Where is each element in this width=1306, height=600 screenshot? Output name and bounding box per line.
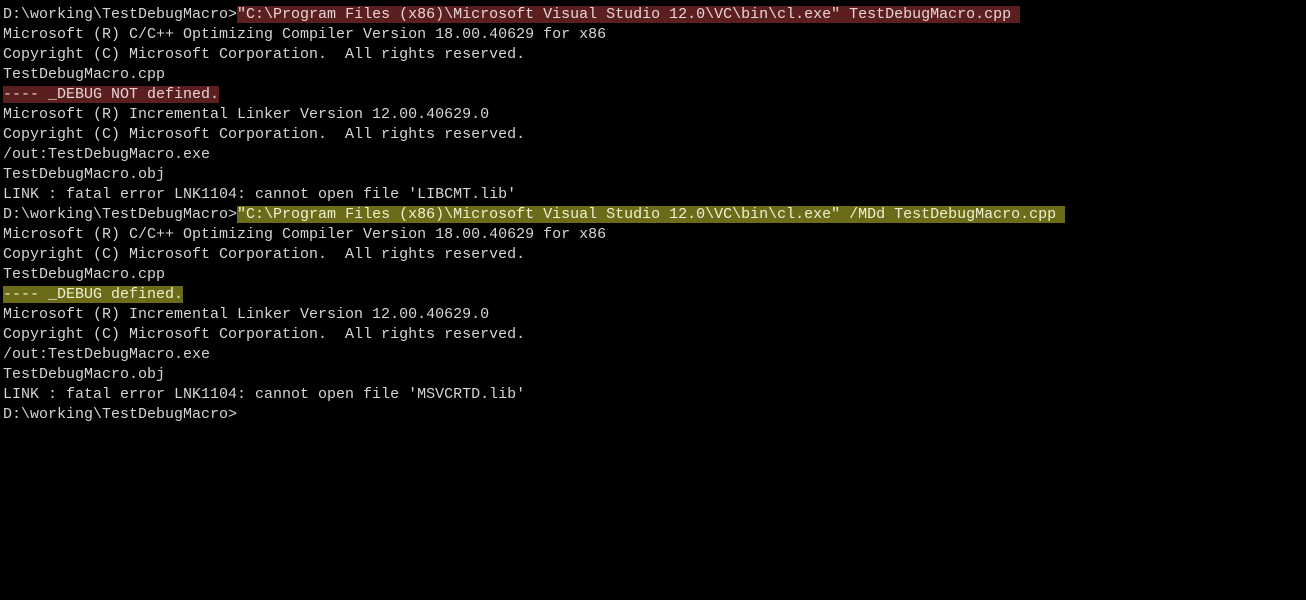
terminal-line: Microsoft (R) C/C++ Optimizing Compiler …: [3, 25, 1303, 45]
output-text: Copyright (C) Microsoft Corporation. All…: [3, 246, 525, 263]
terminal-line: /out:TestDebugMacro.exe: [3, 345, 1303, 365]
output-text: TestDebugMacro.obj: [3, 366, 165, 383]
terminal-line: LINK : fatal error LNK1104: cannot open …: [3, 385, 1303, 405]
highlighted-text: ---- _DEBUG defined.: [3, 286, 183, 303]
output-text: Microsoft (R) Incremental Linker Version…: [3, 306, 489, 323]
terminal-line: Copyright (C) Microsoft Corporation. All…: [3, 45, 1303, 65]
terminal-line: Microsoft (R) Incremental Linker Version…: [3, 305, 1303, 325]
output-text: /out:TestDebugMacro.exe: [3, 146, 210, 163]
terminal-line: TestDebugMacro.obj: [3, 365, 1303, 385]
terminal-line: Microsoft (R) Incremental Linker Version…: [3, 105, 1303, 125]
terminal-line: ---- _DEBUG defined.: [3, 285, 1303, 305]
prompt-text: D:\working\TestDebugMacro>: [3, 206, 237, 223]
output-text: LINK : fatal error LNK1104: cannot open …: [3, 386, 525, 403]
output-text: Copyright (C) Microsoft Corporation. All…: [3, 126, 525, 143]
terminal-line: LINK : fatal error LNK1104: cannot open …: [3, 185, 1303, 205]
output-text: Copyright (C) Microsoft Corporation. All…: [3, 46, 525, 63]
terminal-output[interactable]: D:\working\TestDebugMacro>"C:\Program Fi…: [3, 5, 1303, 425]
terminal-line: TestDebugMacro.cpp: [3, 65, 1303, 85]
highlighted-text: ---- _DEBUG NOT defined.: [3, 86, 219, 103]
terminal-line: TestDebugMacro.obj: [3, 165, 1303, 185]
highlighted-text: "C:\Program Files (x86)\Microsoft Visual…: [237, 206, 1065, 223]
terminal-line: D:\working\TestDebugMacro>"C:\Program Fi…: [3, 205, 1303, 225]
terminal-line: D:\working\TestDebugMacro>"C:\Program Fi…: [3, 5, 1303, 25]
output-text: Copyright (C) Microsoft Corporation. All…: [3, 326, 525, 343]
output-text: Microsoft (R) C/C++ Optimizing Compiler …: [3, 26, 606, 43]
terminal-line: /out:TestDebugMacro.exe: [3, 145, 1303, 165]
output-text: Microsoft (R) C/C++ Optimizing Compiler …: [3, 226, 606, 243]
terminal-line: Copyright (C) Microsoft Corporation. All…: [3, 125, 1303, 145]
terminal-line: Microsoft (R) C/C++ Optimizing Compiler …: [3, 225, 1303, 245]
highlighted-text: "C:\Program Files (x86)\Microsoft Visual…: [237, 6, 1020, 23]
output-text: LINK : fatal error LNK1104: cannot open …: [3, 186, 516, 203]
terminal-line: TestDebugMacro.cpp: [3, 265, 1303, 285]
prompt-text: D:\working\TestDebugMacro>: [3, 406, 237, 423]
terminal-line: Copyright (C) Microsoft Corporation. All…: [3, 325, 1303, 345]
output-text: /out:TestDebugMacro.exe: [3, 346, 210, 363]
prompt-text: D:\working\TestDebugMacro>: [3, 6, 237, 23]
terminal-line: ---- _DEBUG NOT defined.: [3, 85, 1303, 105]
output-text: TestDebugMacro.obj: [3, 166, 165, 183]
terminal-line: D:\working\TestDebugMacro>: [3, 405, 1303, 425]
output-text: Microsoft (R) Incremental Linker Version…: [3, 106, 489, 123]
terminal-line: Copyright (C) Microsoft Corporation. All…: [3, 245, 1303, 265]
output-text: TestDebugMacro.cpp: [3, 266, 165, 283]
output-text: TestDebugMacro.cpp: [3, 66, 165, 83]
